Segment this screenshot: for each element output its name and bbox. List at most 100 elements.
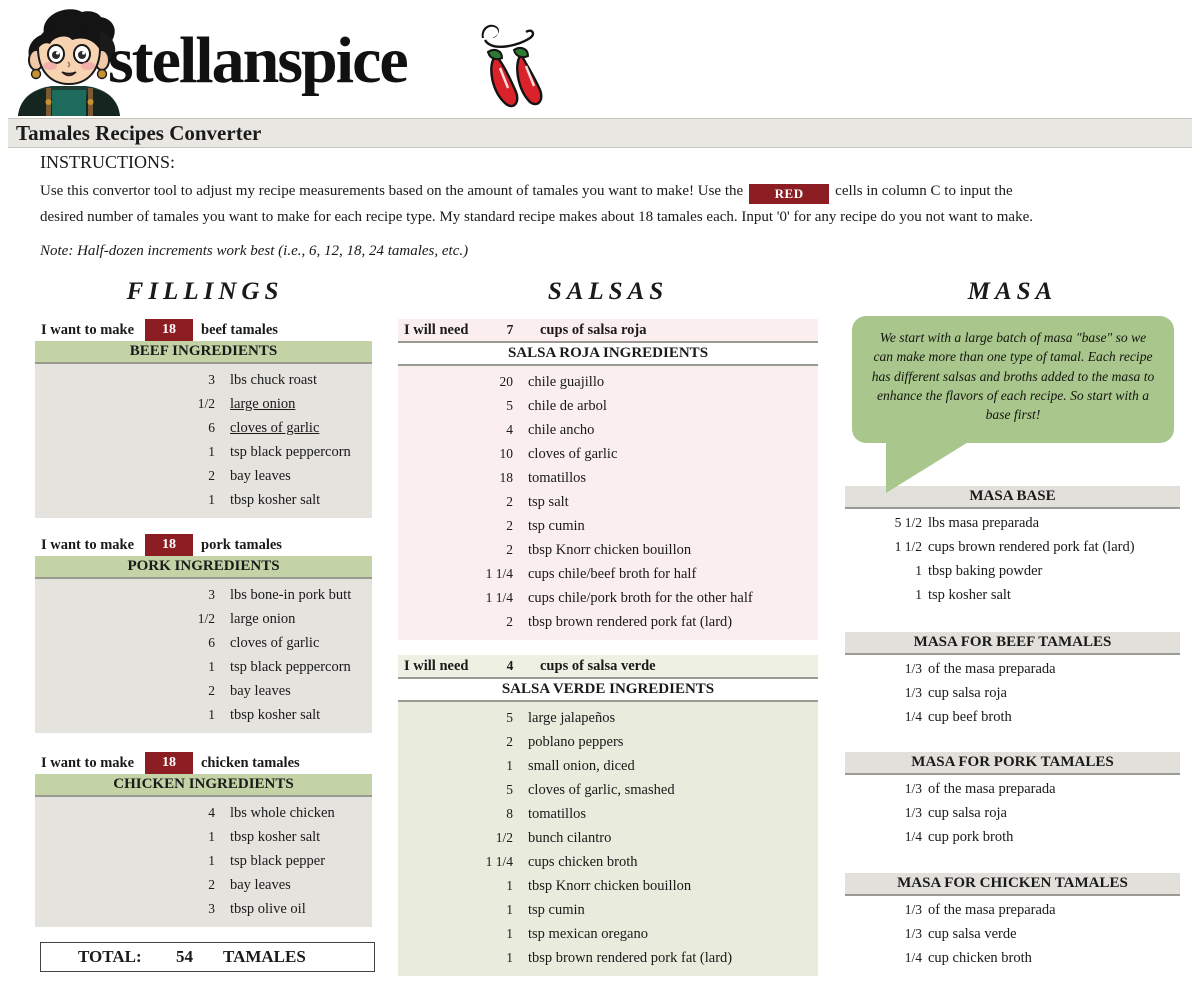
ingredient-row: 1 tsp kosher salt: [845, 583, 1180, 607]
ingredient-row: 5 cloves of garlic, smashed: [398, 778, 818, 802]
ingredient-row: 8 tomatillos: [398, 802, 818, 826]
ingredient-row: 1/2 large onion: [35, 607, 372, 631]
ingredient-qty: 2: [506, 542, 513, 557]
ingredient-name: tbsp kosher salt: [230, 492, 321, 508]
total-tamales-box: TOTAL: 54 TAMALES: [40, 942, 375, 972]
ingredient-qty: 5: [506, 782, 513, 797]
ingredient-row: 4 chile ancho: [398, 418, 818, 442]
ingredient-name: lbs bone-in pork butt: [230, 587, 352, 603]
masa-ingredients-0: 5 1/2 lbs masa preparada 1 1/2 cups brown r…: [845, 509, 1180, 607]
ingredient-name: tsp kosher salt: [928, 587, 1011, 603]
ingredient-qty: 1/3: [904, 781, 922, 796]
masa-ingredients-3: 1/3 of the masa preparada 1/3 cup salsa ver…: [845, 896, 1180, 970]
ingredient-qty: 2: [208, 877, 215, 892]
ingredient-name: chile de arbol: [528, 398, 607, 414]
ingredient-qty: 1: [506, 902, 513, 917]
masa-ingredients-2: 1/3 of the masa preparada 1/3 cup salsa roj…: [845, 775, 1180, 849]
filling-want-row-2: I want to make 18 chicken tamales: [35, 752, 372, 774]
ingredient-name: large jalapeños: [528, 710, 616, 726]
instructions-heading: INSTRUCTIONS:: [40, 152, 176, 172]
ingredient-name: tsp black peppercorn: [230, 659, 351, 675]
ingredient-row: 5 large jalapeños: [398, 706, 818, 730]
ingredient-name: tsp cumin: [528, 902, 585, 918]
ingredient-qty: 1: [506, 758, 513, 773]
want-label-suffix: pork tamales: [201, 537, 282, 553]
want-label-suffix: chicken tamales: [201, 755, 300, 771]
ingredient-qty: 1/4: [904, 709, 922, 724]
ingredient-qty: 6: [208, 635, 215, 650]
ingredient-name: cup salsa verde: [928, 926, 1017, 942]
ingredient-row: 1/3 of the masa preparada: [845, 898, 1180, 922]
red-legend-chip: RED: [749, 184, 830, 204]
filling-want-row-0: I want to make 18 beef tamales: [35, 319, 372, 341]
ingredient-name: tsp salt: [528, 494, 569, 510]
ingredient-qty: 1/2: [197, 396, 215, 411]
ingredient-name: tbsp baking powder: [928, 563, 1043, 579]
need-label-suffix: cups of salsa roja: [540, 322, 647, 338]
ingredient-row: 1 tbsp baking powder: [845, 559, 1180, 583]
ingredient-row: 1/4 cup pork broth: [845, 825, 1180, 849]
ingredient-name: tomatillos: [528, 806, 586, 822]
ingredient-row: 3 lbs bone-in pork butt: [35, 583, 372, 607]
salsa-section-header-0: SALSA ROJA INGREDIENTS: [398, 343, 818, 366]
ingredient-name: bay leaves: [230, 683, 291, 699]
instructions-line-1-before: Use this convertor tool to adjust my rec…: [40, 183, 744, 199]
ingredient-row: 20 chile guajillo: [398, 370, 818, 394]
ingredient-qty: 1/3: [904, 661, 922, 676]
total-value: 54: [176, 947, 193, 966]
want-label-prefix: I want to make: [41, 537, 135, 553]
ingredient-row: 6 cloves of garlic: [35, 416, 372, 440]
ingredient-name: lbs chuck roast: [230, 372, 317, 388]
salsa-cups-value-1: 4: [506, 658, 514, 673]
ingredient-qty: 2: [506, 734, 513, 749]
ingredient-name: cups brown rendered pork fat (lard): [928, 539, 1135, 555]
tamale-count-input-0[interactable]: 18: [145, 319, 193, 341]
filling-ingredients-2: 4 lbs whole chicken 1 tbsp kosher salt 1 tsp …: [35, 797, 372, 927]
ingredient-row: 6 cloves of garlic: [35, 631, 372, 655]
ingredient-name: tbsp Knorr chicken bouillon: [528, 542, 692, 558]
ingredient-row: 4 lbs whole chicken: [35, 801, 372, 825]
total-unit: TAMALES: [223, 947, 306, 966]
ingredient-name: cloves of garlic: [230, 635, 320, 651]
brand-wordmark: stellanspice: [108, 24, 409, 97]
tamale-count-input-2[interactable]: 18: [145, 752, 193, 774]
ingredient-row: 1 tbsp kosher salt: [35, 488, 372, 512]
callout-body: We start with a large batch of masa "bas…: [852, 316, 1174, 443]
ingredient-qty: 1: [506, 926, 513, 941]
callout-tail: [886, 441, 970, 493]
ingredient-qty: 1/3: [904, 902, 922, 917]
ingredient-name: bay leaves: [230, 877, 291, 893]
total-label: TOTAL:: [78, 947, 142, 966]
salsa-ingredients-1: 5 large jalapeños 2 poblano peppers 1 small o…: [398, 702, 818, 976]
ingredient-name: cups chicken broth: [528, 854, 638, 870]
ingredient-row: 1/3 cup salsa roja: [845, 801, 1180, 825]
filling-ingredients-0: 3 lbs chuck roast 1/2 large onion 6 cloves of…: [35, 364, 372, 518]
ingredient-row: 2 poblano peppers: [398, 730, 818, 754]
ingredient-row: 1 tsp black pepper: [35, 849, 372, 873]
want-label-prefix: I want to make: [41, 322, 135, 338]
ingredient-qty: 3: [208, 901, 215, 916]
ingredient-qty: 1: [208, 707, 215, 722]
ingredient-qty: 1/3: [904, 926, 922, 941]
ingredient-qty: 2: [506, 494, 513, 509]
ingredient-name: cup pork broth: [928, 829, 1014, 845]
callout-text: We start with a large batch of masa "bas…: [871, 330, 1155, 423]
ingredient-name: tbsp kosher salt: [230, 829, 321, 845]
ingredient-row: 1/3 of the masa preparada: [845, 657, 1180, 681]
filling-section-header-2: CHICKEN INGREDIENTS: [35, 774, 372, 797]
ingredient-name: of the masa preparada: [928, 902, 1056, 918]
instructions-line-1: Use this convertor tool to adjust my rec…: [40, 178, 1170, 204]
ingredient-row: 1/2 bunch cilantro: [398, 826, 818, 850]
salsa-need-row-0: I will need 7 cups of salsa roja: [398, 319, 818, 343]
ingredient-name: cloves of garlic: [528, 446, 618, 462]
salsa-cups-value-0: 7: [506, 322, 514, 337]
tamale-count-input-1[interactable]: 18: [145, 534, 193, 556]
ingredient-name: cloves of garlic, smashed: [528, 782, 675, 798]
ingredient-row: 10 cloves of garlic: [398, 442, 818, 466]
ingredient-name: tsp black pepper: [230, 853, 326, 869]
ingredient-name: tbsp brown rendered pork fat (lard): [528, 614, 733, 630]
ingredient-qty: 1: [915, 587, 922, 602]
ingredient-name: chile guajillo: [528, 374, 605, 390]
instructions-block: INSTRUCTIONS: Use this convertor tool to…: [40, 150, 1170, 230]
ingredient-row: 1/4 cup chicken broth: [845, 946, 1180, 970]
